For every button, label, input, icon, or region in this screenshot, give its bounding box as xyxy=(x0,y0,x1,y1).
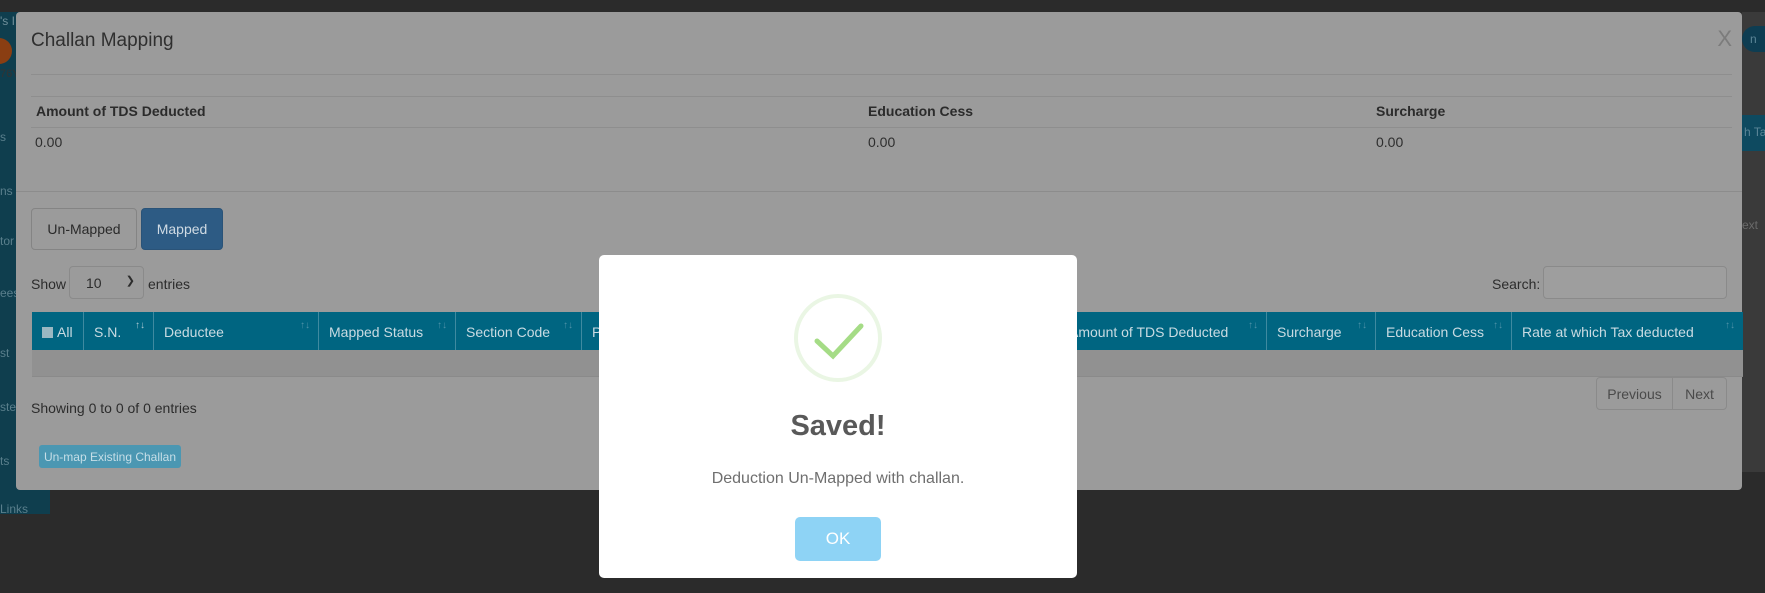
alert-message: Deduction Un-Mapped with challan. xyxy=(711,470,965,487)
previous-button[interactable]: Previous xyxy=(1596,377,1673,410)
checkbox-icon[interactable] xyxy=(42,327,53,338)
tab-mapped[interactable]: Mapped xyxy=(141,208,223,250)
sort-icon: ↑↓ xyxy=(437,320,447,331)
select-all-column[interactable]: All xyxy=(32,312,84,350)
summary-header-surcharge: Surcharge xyxy=(1376,103,1446,119)
column-deductee[interactable]: Deductee ↑↓ xyxy=(154,312,319,350)
background-button[interactable]: n xyxy=(1742,26,1765,52)
background-right: n h Ta ext xyxy=(1742,12,1765,472)
divider xyxy=(31,127,1732,128)
column-amount-tds[interactable]: Amount of TDS Deducted ↑↓ xyxy=(1067,312,1267,350)
sort-icon: ↑↓ xyxy=(1725,320,1735,331)
column-label: Surcharge xyxy=(1277,324,1342,340)
entries-select[interactable]: 10 ❯ xyxy=(69,266,144,299)
sort-icon: ↑↓ xyxy=(1357,320,1367,331)
sidebar-fragment: 's I xyxy=(0,14,15,28)
next-button[interactable]: Next xyxy=(1672,377,1727,410)
un-map-existing-challan-button[interactable]: Un-map Existing Challan xyxy=(39,445,181,468)
sort-icon: ↑↓ xyxy=(1493,320,1503,331)
column-label: Education Cess xyxy=(1386,324,1485,340)
sidebar-fragment[interactable]: Links xyxy=(0,502,28,514)
entries-value: 10 xyxy=(86,275,102,291)
summary-header-tds: Amount of TDS Deducted xyxy=(36,103,206,119)
tab-un-mapped[interactable]: Un-Mapped xyxy=(31,208,137,250)
column-surcharge[interactable]: Surcharge ↑↓ xyxy=(1267,312,1376,350)
column-label: Deductee xyxy=(164,324,224,340)
sidebar-fragment[interactable]: ste xyxy=(0,400,16,414)
chevron-down-icon: ❯ xyxy=(125,275,135,287)
background-fragment: ext xyxy=(1742,218,1759,232)
table-info: Showing 0 to 0 of 0 entries xyxy=(31,400,197,416)
column-label: Amount of TDS Deducted xyxy=(1069,324,1229,340)
sidebar-fragment[interactable]: tor xyxy=(0,234,14,248)
success-check-icon xyxy=(794,294,882,382)
column-label: Rate at which Tax deducted xyxy=(1522,324,1694,340)
sidebar-fragment[interactable]: s xyxy=(0,130,6,144)
column-sn[interactable]: S.N. ↑↓ xyxy=(84,312,154,350)
modal-title: Challan Mapping xyxy=(31,30,174,51)
close-icon[interactable]: X xyxy=(1717,26,1732,52)
alert-title: Saved! xyxy=(790,410,886,442)
column-mapped-status[interactable]: Mapped Status ↑↓ xyxy=(319,312,456,350)
summary-header-cess: Education Cess xyxy=(868,103,974,119)
column-label: All xyxy=(57,324,73,340)
show-label: Show xyxy=(31,276,67,292)
sidebar-fragment[interactable]: ns xyxy=(0,184,13,198)
column-label: Section Code xyxy=(466,324,551,340)
background-button[interactable]: h Ta xyxy=(1742,115,1765,151)
column-rate[interactable]: Rate at which Tax deducted ↑↓ xyxy=(1512,312,1743,350)
avatar xyxy=(0,38,12,64)
search-input[interactable] xyxy=(1543,266,1727,299)
divider xyxy=(31,96,1732,97)
sidebar-fragment[interactable]: ts xyxy=(0,454,9,468)
column-section-code[interactable]: Section Code ↑↓ xyxy=(456,312,582,350)
summary-value-cess: 0.00 xyxy=(868,134,896,150)
sort-icon: ↑↓ xyxy=(300,320,310,331)
summary-value-tds: 0.00 xyxy=(35,134,63,150)
sort-icon: ↑↓ xyxy=(135,320,145,331)
column-label: S.N. xyxy=(94,324,122,340)
sort-icon: ↑↓ xyxy=(563,320,573,331)
divider xyxy=(16,191,1742,192)
entries-label: entries xyxy=(148,276,191,292)
column-label: Mapped Status xyxy=(329,324,424,340)
summary-value-surcharge: 0.00 xyxy=(1376,134,1404,150)
sidebar-fragment[interactable]: st xyxy=(0,346,9,360)
search-label: Search: xyxy=(1492,276,1541,292)
divider xyxy=(31,74,1732,75)
column-education-cess[interactable]: Education Cess ↑↓ xyxy=(1376,312,1512,350)
ok-button[interactable]: OK xyxy=(795,517,881,561)
sort-icon: ↑↓ xyxy=(1248,320,1258,331)
success-alert: Saved! Deduction Un-Mapped with challan.… xyxy=(599,255,1077,578)
